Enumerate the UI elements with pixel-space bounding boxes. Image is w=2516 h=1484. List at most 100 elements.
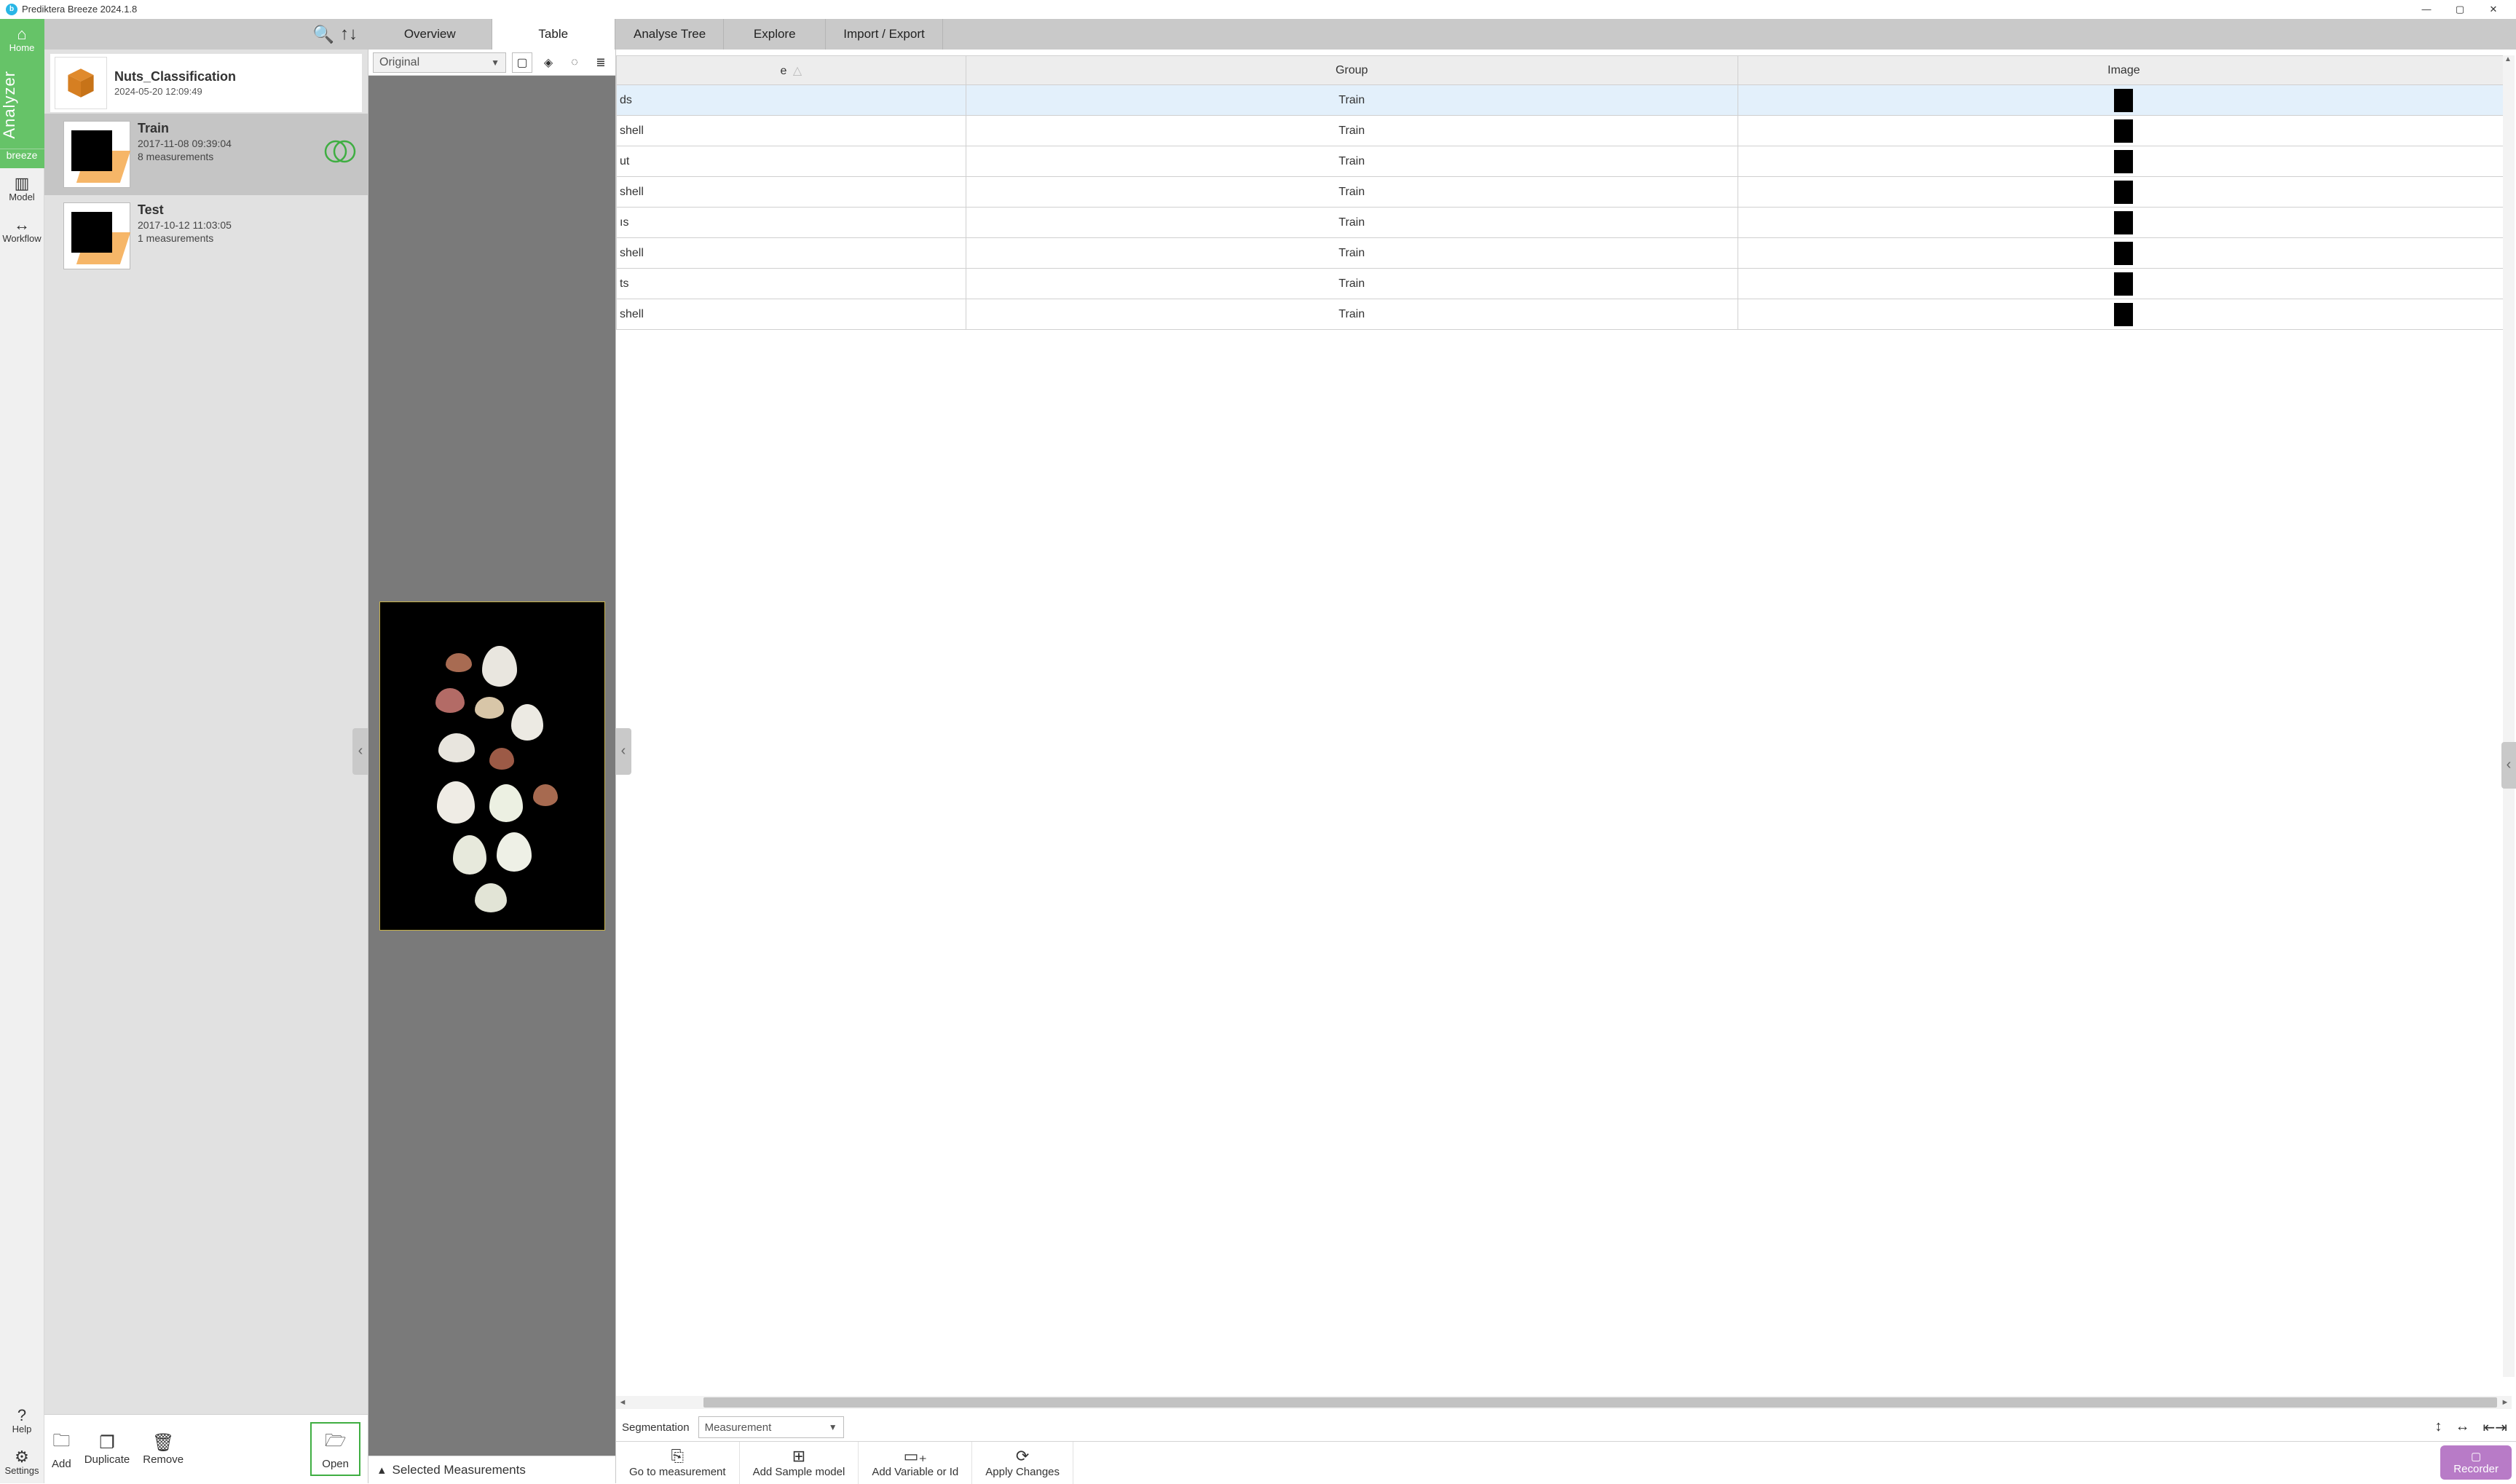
duplicate-label: Duplicate [84, 1453, 130, 1466]
nav-workflow-label: Workflow [2, 233, 41, 244]
gear-icon: ⚙ [15, 1449, 29, 1465]
search-icon[interactable]: 🔍 [312, 24, 334, 45]
dataset-date: 2017-11-08 09:39:04 [138, 138, 323, 149]
drop-icon[interactable]: ◌ [564, 52, 585, 73]
image-controls: Original ▼ ▢ ◈ ◌ ≣ [368, 50, 615, 76]
table-row[interactable]: shellTrain [617, 116, 2510, 146]
cell-group: Train [966, 116, 1738, 146]
col-header-name[interactable]: e △ [617, 56, 966, 85]
chevron-up-icon: ▴ [379, 1463, 385, 1477]
layer-dropdown-value: Original [379, 56, 419, 69]
nav-model[interactable]: ▥ Model [0, 168, 44, 210]
dataset-train[interactable]: Train 2017-11-08 09:39:04 8 measurements [44, 114, 368, 195]
apply-changes-button[interactable]: ⟳ Apply Changes [972, 1442, 1073, 1484]
add-var-label: Add Variable or Id [872, 1466, 958, 1478]
nav-settings[interactable]: ⚙ Settings [0, 1442, 44, 1483]
h-scrollbar[interactable]: ◄ ► [616, 1396, 2512, 1409]
nav-workflow[interactable]: ↔ Workflow [0, 210, 44, 251]
minimize-button[interactable]: — [2410, 0, 2443, 19]
project-thumb [55, 57, 107, 109]
frame-mode-icon[interactable]: ▢ [512, 52, 532, 73]
add-button[interactable]: 🗀 Add [52, 1428, 71, 1470]
folder-plus-icon: 🗀 [52, 1428, 70, 1458]
tab-import-export[interactable]: Import / Export [826, 19, 942, 50]
window-title: Prediktera Breeze 2024.1.8 [22, 4, 137, 15]
collapse-far-right-handle[interactable]: ‹ [2501, 742, 2516, 789]
dataset-thumb [63, 202, 130, 269]
dataset-test[interactable]: Test 2017-10-12 11:03:05 1 measurements [44, 195, 368, 277]
table-row[interactable]: tsTrain [617, 269, 2510, 299]
project-card[interactable]: Nuts_Classification 2024-05-20 12:09:49 [50, 54, 362, 112]
nav-home[interactable]: ⌂ Home [0, 19, 44, 60]
fit-width-icon[interactable]: ⇤⇥ [2483, 1418, 2507, 1437]
recorder-label: Recorder [2453, 1463, 2499, 1475]
nav-analyzer[interactable]: Analyzer [0, 60, 44, 149]
tab-analyse-tree[interactable]: Analyse Tree [616, 19, 724, 50]
dataset-thumb [63, 121, 130, 188]
cube-icon [65, 67, 97, 99]
goto-icon: ⎘ [671, 1447, 684, 1466]
dataset-meas: 1 measurements [138, 232, 360, 244]
segmentation-label: Segmentation [622, 1421, 690, 1434]
refresh-icon: ⟳ [1016, 1447, 1029, 1466]
venn-icon [323, 138, 358, 165]
goto-label: Go to measurement [629, 1466, 726, 1478]
duplicate-button[interactable]: ❐ Duplicate [84, 1432, 130, 1466]
maximize-button[interactable]: ▢ [2443, 0, 2477, 19]
nav-help[interactable]: ? Help [0, 1400, 44, 1442]
open-button[interactable]: 🗁 Open [310, 1422, 360, 1476]
chart-icon: ▥ [15, 175, 30, 192]
layer-dropdown[interactable]: Original ▼ [373, 52, 506, 73]
cell-name: ut [617, 146, 966, 177]
cell-name: shell [617, 238, 966, 269]
layers-icon[interactable]: ◈ [538, 52, 559, 73]
caret-down-icon: ▼ [491, 58, 500, 68]
cell-group: Train [966, 299, 1738, 330]
recorder-button[interactable]: ▢ Recorder [2440, 1445, 2512, 1480]
selected-measurements-bar[interactable]: ▴ Selected Measurements [368, 1456, 615, 1483]
home-icon: ⌂ [17, 26, 26, 42]
selected-measurements-label: Selected Measurements [393, 1463, 526, 1477]
table-row[interactable]: shellTrain [617, 177, 2510, 208]
remove-button[interactable]: 🗑 Remove [143, 1432, 184, 1466]
open-label: Open [322, 1458, 349, 1470]
dataset-meas: 8 measurements [138, 151, 323, 162]
collapse-left-handle[interactable]: ‹ [352, 728, 368, 775]
table-row[interactable]: shellTrain [617, 238, 2510, 269]
sample-image [379, 601, 605, 931]
table-row[interactable]: utTrain [617, 146, 2510, 177]
bottom-action-bar: ⎘ Go to measurement ⊞ Add Sample model ▭… [616, 1441, 2516, 1483]
right-tabs: Analyse Tree Explore Import / Export [616, 19, 2516, 50]
v-scrollbar[interactable]: ▲ [2503, 55, 2515, 1377]
duplicate-icon: ❐ [99, 1432, 115, 1453]
tab-explore[interactable]: Explore [724, 19, 826, 50]
resize-vertical-icon[interactable]: ↕ [2434, 1418, 2442, 1437]
tab-overview[interactable]: Overview [368, 19, 492, 50]
sort-icon[interactable]: ↑↓ [340, 24, 358, 44]
col-header-group[interactable]: Group [966, 56, 1738, 85]
apply-label: Apply Changes [985, 1466, 1060, 1478]
segmentation-dropdown[interactable]: Measurement ▼ [698, 1416, 844, 1438]
cell-name: ts [617, 269, 966, 299]
cell-group: Train [966, 208, 1738, 238]
table-row[interactable]: ısTrain [617, 208, 2510, 238]
close-button[interactable]: ✕ [2477, 0, 2510, 19]
table-row[interactable]: shellTrain [617, 299, 2510, 330]
col-header-image[interactable]: Image [1738, 56, 2509, 85]
table-row[interactable]: dsTrain [617, 85, 2510, 116]
cell-image [1738, 116, 2509, 146]
goto-measurement-button[interactable]: ⎘ Go to measurement [616, 1442, 740, 1484]
tab-table[interactable]: Table [492, 19, 616, 50]
center-tabs: Overview Table [368, 19, 615, 50]
sort-asc-icon: △ [793, 65, 802, 77]
cell-image [1738, 299, 2509, 330]
dataset-title: Test [138, 202, 360, 218]
list-icon[interactable]: ≣ [591, 52, 611, 73]
project-title: Nuts_Classification [114, 69, 236, 84]
cell-image [1738, 269, 2509, 299]
image-viewport[interactable] [368, 76, 615, 1456]
add-variable-button[interactable]: ▭₊ Add Variable or Id [859, 1442, 972, 1484]
resize-horizontal-icon[interactable]: ↔ [2455, 1418, 2469, 1437]
add-sample-model-button[interactable]: ⊞ Add Sample model [740, 1442, 859, 1484]
nav-breeze-label: breeze [0, 149, 44, 168]
